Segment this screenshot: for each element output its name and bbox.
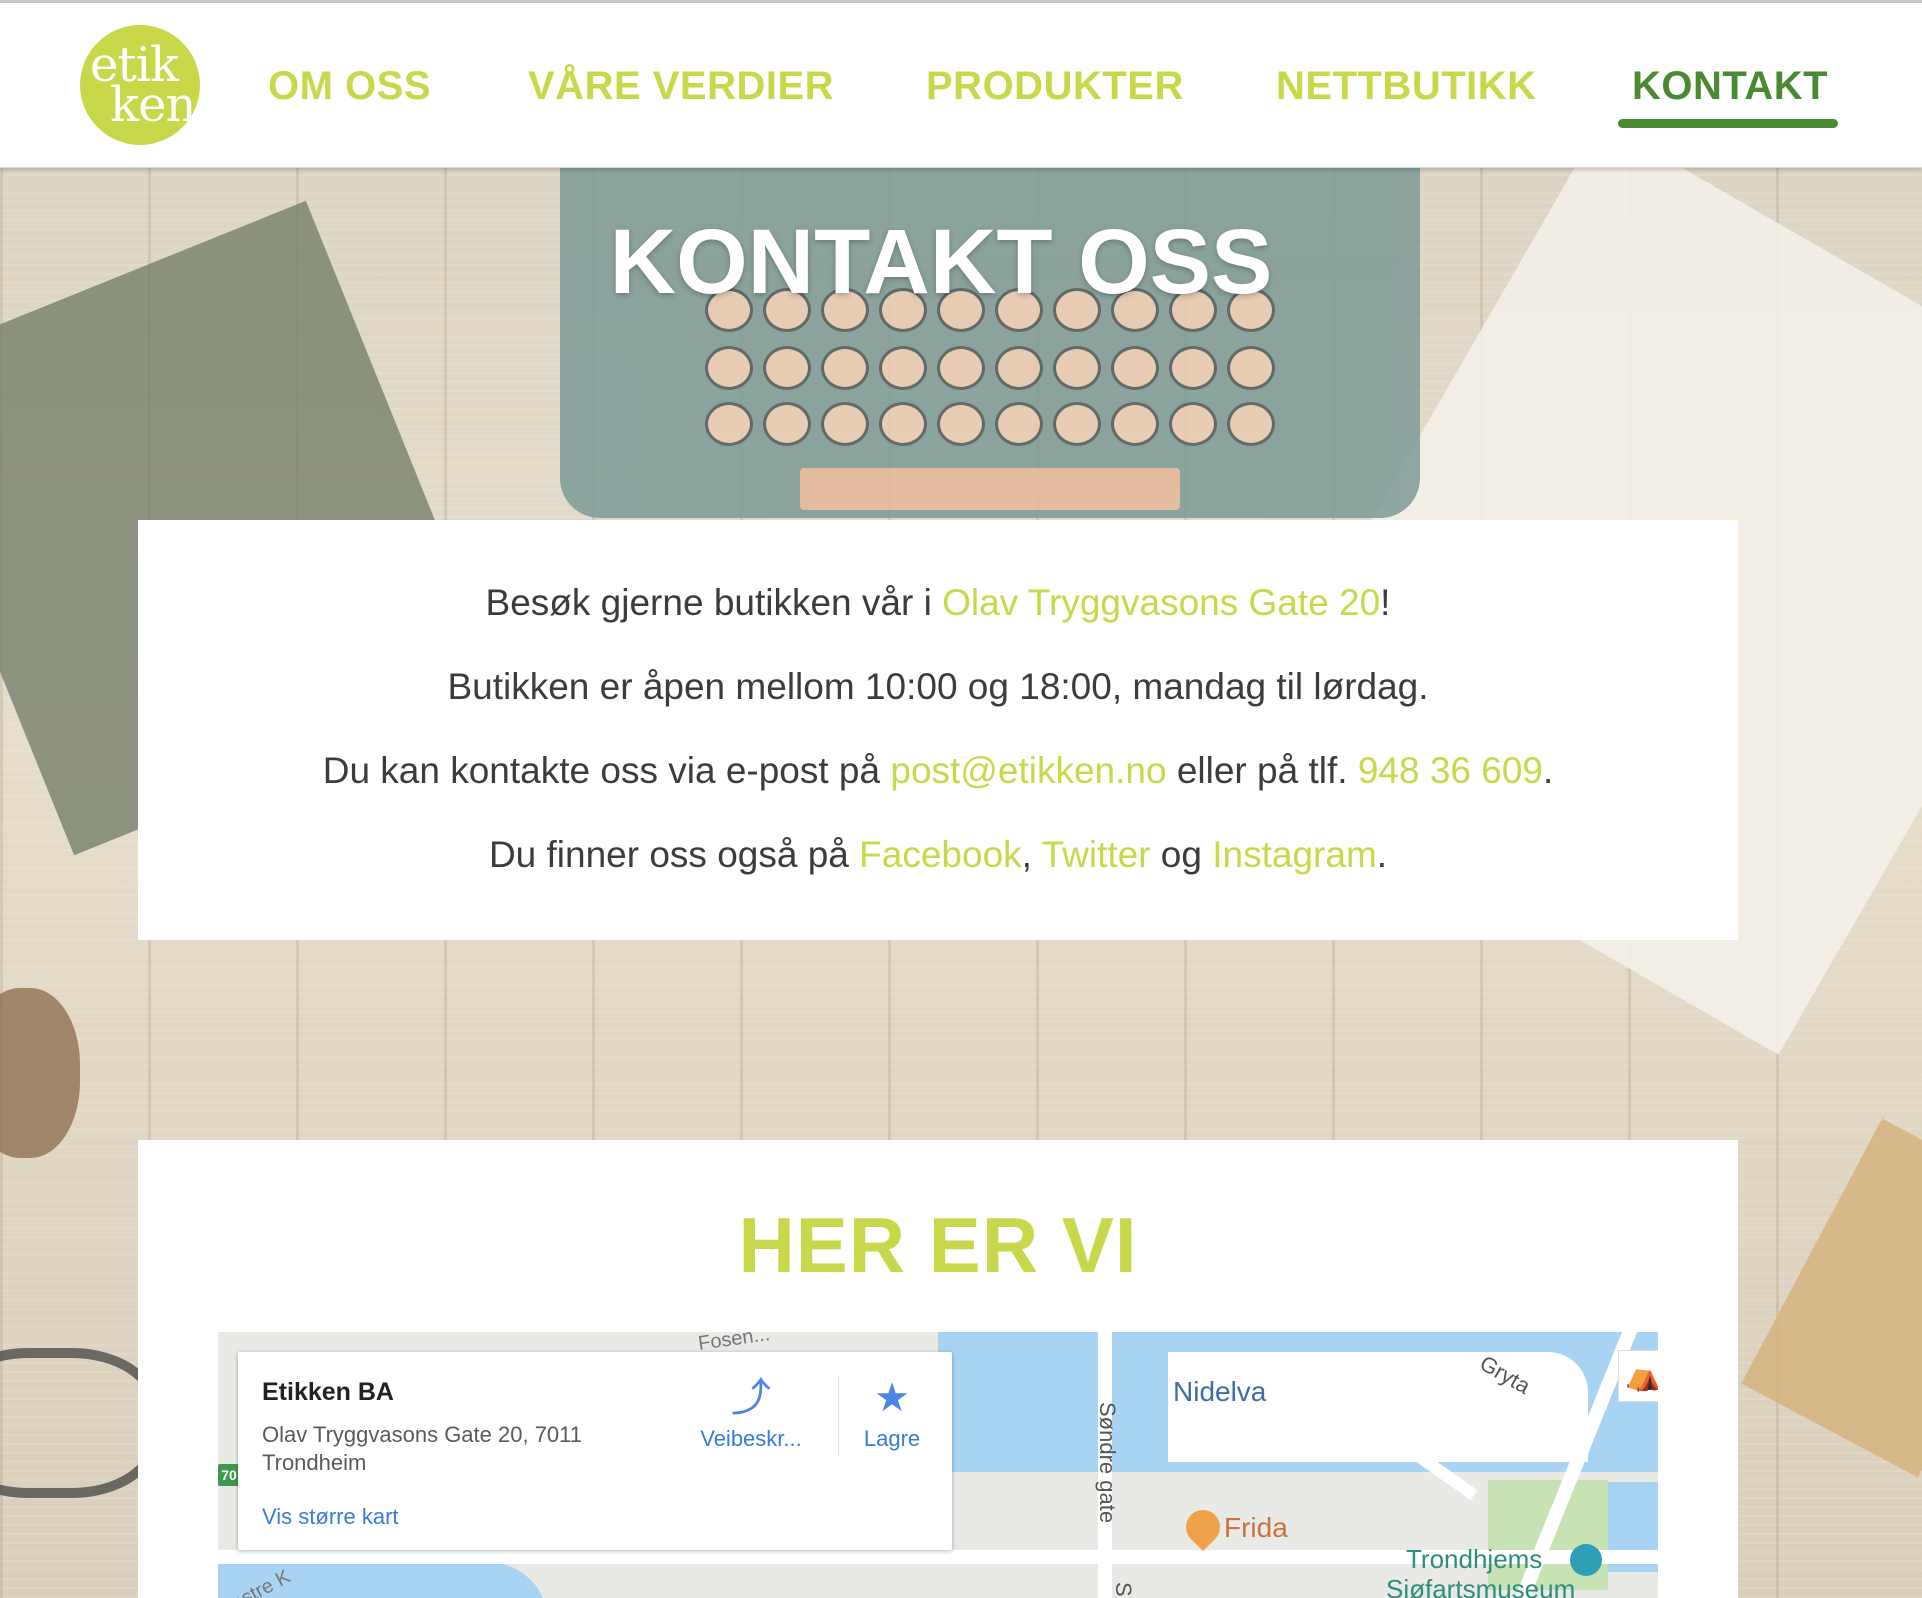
- visit-text-pre: Besøk gjerne butikken vår i: [485, 582, 943, 623]
- street-view-thumbnail-icon[interactable]: ⛺: [1618, 1350, 1658, 1402]
- map-card: HER ER VI Nidelva Søndre gate Gryta Fose…: [138, 1140, 1738, 1598]
- visit-text: Besøk gjerne butikken vår i Olav Tryggva…: [138, 582, 1738, 624]
- contact-text-mid: eller på tlf.: [1166, 750, 1358, 791]
- map-heading: HER ER VI: [738, 1201, 1138, 1289]
- social-text-and: og: [1150, 834, 1213, 875]
- pinecone-illustration: [0, 988, 80, 1158]
- map-label-museum-line2[interactable]: Sjøfartsmuseum: [1386, 1574, 1575, 1598]
- map-label-sondre-gate: Søndre gate: [1095, 1402, 1120, 1524]
- nav-item-nettbutikk[interactable]: NETTBUTIKK: [1276, 61, 1537, 111]
- map-label-nidelva: Nidelva: [1173, 1376, 1267, 1407]
- phone-link[interactable]: 948 36 609: [1358, 750, 1543, 791]
- map-label-frida[interactable]: Frida: [1224, 1512, 1288, 1544]
- nav-item-vaare-verdier[interactable]: VÅRE VERDIER: [528, 61, 834, 111]
- info-divider: [838, 1376, 839, 1456]
- visit-text-post: !: [1380, 582, 1391, 623]
- place-address-line1: Olav Tryggvasons Gate 20, 7011: [262, 1422, 582, 1447]
- site-header: etik ken OM OSS VÅRE VERDIER PRODUKTER N…: [0, 3, 1922, 168]
- directions-icon: ⤴: [731, 1376, 771, 1420]
- social-text-comma: ,: [1021, 834, 1042, 875]
- view-larger-map-link[interactable]: Vis større kart: [262, 1504, 399, 1530]
- typewriter-key-row: [560, 402, 1420, 450]
- place-name: Etikken BA: [262, 1378, 394, 1406]
- map-label-museum-line1[interactable]: Trondhjems: [1406, 1544, 1542, 1575]
- social-text-pre: Du finner oss også på: [488, 834, 860, 875]
- contact-text-pre: Du kan kontakte oss via e-post på: [322, 750, 891, 791]
- place-address-line2: Trondheim: [262, 1450, 367, 1475]
- restaurant-pin-icon[interactable]: [1178, 1502, 1228, 1552]
- star-icon: ★: [874, 1376, 910, 1420]
- save-label: Lagre: [863, 1426, 921, 1451]
- directions-button[interactable]: ⤴ Veibeskr...: [686, 1374, 816, 1452]
- contact-info-card: Besøk gjerne butikken vår i Olav Tryggva…: [138, 520, 1738, 940]
- notebook-illustration: [1741, 1118, 1922, 1478]
- route-badge: 70: [218, 1464, 240, 1486]
- embedded-map[interactable]: Nidelva Søndre gate Gryta Fosen... Vestr…: [218, 1332, 1658, 1598]
- directions-label: Veibeskr...: [700, 1426, 802, 1451]
- page-title: KONTAKT OSS: [609, 211, 1273, 313]
- glasses-illustration: [0, 1348, 160, 1498]
- nav-item-om-oss[interactable]: OM OSS: [268, 61, 431, 111]
- save-button[interactable]: ★ Lagre: [842, 1374, 942, 1452]
- typewriter-key-row: [560, 346, 1420, 394]
- main-nav: OM OSS VÅRE VERDIER PRODUKTER NETTBUTIKK…: [0, 3, 1922, 168]
- social-text-post: .: [1376, 834, 1388, 875]
- email-link[interactable]: post@etikken.no: [890, 750, 1166, 791]
- museum-pin-icon[interactable]: [1570, 1544, 1602, 1576]
- contact-text-post: .: [1543, 750, 1554, 791]
- address-link[interactable]: Olav Tryggvasons Gate 20: [942, 582, 1380, 623]
- nav-item-produkter[interactable]: PRODUKTER: [926, 61, 1184, 111]
- nav-active-indicator: [1618, 119, 1838, 128]
- nav-item-kontakt[interactable]: KONTAKT: [1632, 61, 1828, 111]
- social-text: Du finner oss også på Facebook, Twitter …: [138, 834, 1738, 876]
- facebook-link[interactable]: Facebook: [859, 834, 1022, 875]
- twitter-link[interactable]: Twitter: [1042, 834, 1151, 875]
- place-info-card: Etikken BA Olav Tryggvasons Gate 20, 701…: [238, 1352, 952, 1550]
- page: etik ken OM OSS VÅRE VERDIER PRODUKTER N…: [0, 0, 1922, 1598]
- map-label-so: Sø: [1111, 1582, 1136, 1598]
- opening-hours-text: Butikken er åpen mellom 10:00 og 18:00, …: [447, 666, 1429, 707]
- instagram-link[interactable]: Instagram: [1212, 834, 1377, 875]
- typewriter-spacebar: [800, 468, 1180, 510]
- contact-text: Du kan kontakte oss via e-post på post@e…: [138, 750, 1738, 792]
